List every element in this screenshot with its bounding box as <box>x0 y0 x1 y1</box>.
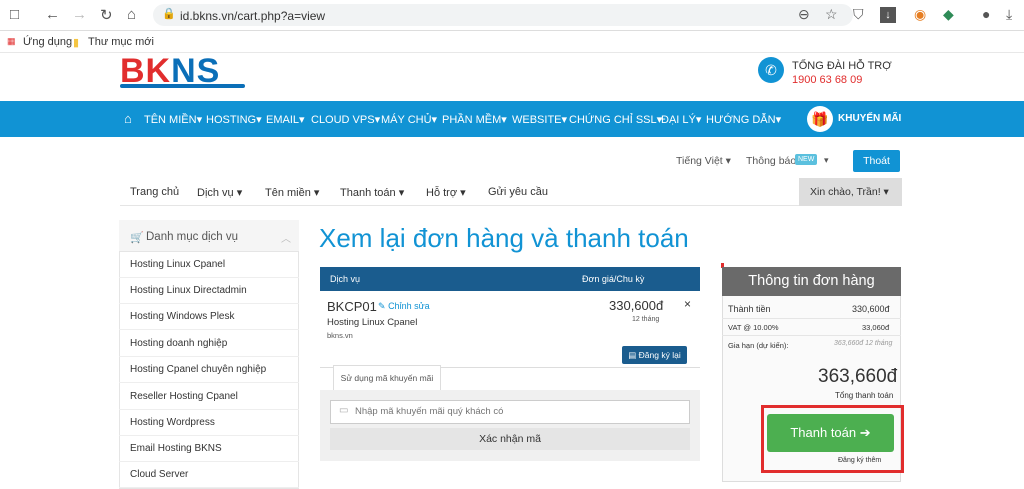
bookmark-apps[interactable]: Ứng dụng <box>23 36 72 48</box>
edit-link[interactable]: ✎ Chỉnh sửa <box>378 301 430 312</box>
user-menu[interactable]: Xin chào, Trần! ▾ <box>799 178 902 206</box>
nav-agents[interactable]: ĐẠI LÝ▾ <box>661 113 701 126</box>
sidebar-item[interactable]: Hosting Linux Cpanel <box>119 252 299 278</box>
logout-button[interactable]: Thoát <box>853 150 900 172</box>
promo-submit-button[interactable]: Xác nhận mã <box>330 428 690 450</box>
folder-icon: ▮ <box>73 37 80 49</box>
nav-guides[interactable]: HƯỚNG DẪN▾ <box>706 113 781 126</box>
zoom-icon[interactable]: ⊖ <box>798 6 810 23</box>
subnav-services[interactable]: Dịch vụ ▾ <box>197 186 242 199</box>
trash-icon: ▤ <box>628 350 637 360</box>
browser-toolbar: □ ← → ↻ ⌂ 🔒 id.bkns.vn/cart.php?a=view ⊖… <box>0 0 1024 31</box>
col-price: Đơn giá/Chu kỳ <box>582 274 645 284</box>
nav-home-icon[interactable]: ⌂ <box>124 111 132 126</box>
profile-icon[interactable]: ● <box>982 6 990 22</box>
summary-title: Thông tin đơn hàng <box>722 267 901 296</box>
item-domain: bkns.vn <box>327 331 353 340</box>
sidebar-item[interactable]: Cloud Server <box>119 462 299 488</box>
nav-servers[interactable]: MÁY CHỦ▾ <box>381 113 437 126</box>
promo-code-input[interactable] <box>355 406 685 417</box>
col-service: Dịch vụ <box>330 274 361 284</box>
extension-icon[interactable]: ◉ <box>914 6 926 23</box>
sidebar-item[interactable]: Reseller Hosting Cpanel <box>119 384 299 410</box>
window-menu-icon[interactable]: □ <box>10 6 19 23</box>
total-label: Tổng thanh toán <box>835 391 894 400</box>
chevron-down-icon[interactable]: ▾ <box>824 155 829 166</box>
sidebar-item[interactable]: Hosting Linux Directadmin <box>119 278 299 304</box>
checkout-button[interactable]: Thanh toán ➔ <box>767 414 894 452</box>
gift-icon[interactable]: 🎁 <box>807 106 833 132</box>
sidebar-item[interactable]: Hosting Wordpress <box>119 410 299 436</box>
support-title: TỔNG ĐÀI HỖ TRỢ <box>792 60 892 72</box>
item-period: 12 tháng <box>632 316 660 323</box>
sidebar-title: Danh mục dịch vụ <box>146 231 239 243</box>
chevron-up-icon[interactable]: ︿ <box>281 230 291 245</box>
nav-cloud-vps[interactable]: CLOUD VPS▾ <box>311 113 380 126</box>
cart-table-header: Dịch vụ Đơn giá/Chu kỳ <box>320 267 700 291</box>
vat-label: VAT @ 10.00% <box>728 323 779 332</box>
tab-promo-code[interactable]: Sử dụng mã khuyến mãi <box>333 365 441 390</box>
bookmarks-bar: ▦ Ứng dụng ▮ Thư mục mới <box>0 31 1024 53</box>
subnav-domains[interactable]: Tên miền ▾ <box>265 186 319 199</box>
bookmark-folder[interactable]: Thư mục mới <box>88 36 154 48</box>
item-description: Hosting Linux Cpanel <box>327 317 418 328</box>
subtotal-value: 330,600đ <box>852 304 890 314</box>
language-select[interactable]: Tiếng Việt ▾ <box>676 155 731 167</box>
cart-icon: 🛒 <box>130 232 144 244</box>
continue-shopping-link[interactable]: Đăng ký thêm <box>838 457 881 464</box>
renew-button[interactable]: ▤ Đăng ký lại <box>622 346 687 364</box>
nav-software[interactable]: PHẦN MỀM▾ <box>442 113 507 126</box>
home-icon[interactable]: ⌂ <box>127 6 136 23</box>
renew-estimate-label: Gia hạn (dự kiến): <box>728 341 789 350</box>
nav-promo[interactable]: KHUYẾN MÃI <box>838 113 901 124</box>
ticket-icon: ▭ <box>339 405 349 416</box>
remove-icon[interactable]: × <box>684 297 691 311</box>
download-icon[interactable]: ⤓ <box>1006 6 1012 23</box>
vat-value: 33,060đ <box>862 323 890 332</box>
notifications-link[interactable]: Thông báo <box>746 155 796 167</box>
new-badge: NEW <box>795 154 818 165</box>
arrow-right-icon: ➔ <box>859 425 871 440</box>
forward-icon[interactable]: → <box>72 6 87 23</box>
pencil-icon: ✎ <box>378 301 386 311</box>
item-price: 330,600đ <box>609 298 664 313</box>
reload-icon[interactable]: ↻ <box>100 6 113 24</box>
subnav-home[interactable]: Trang chủ <box>130 186 179 198</box>
nav-domains[interactable]: TÊN MIỀN▾ <box>144 113 202 126</box>
nav-website[interactable]: WEBSITE▾ <box>512 113 567 126</box>
shield-icon[interactable]: ⛉ <box>853 6 864 23</box>
sidebar-item[interactable]: Hosting Windows Plesk <box>119 304 299 330</box>
subnav-billing[interactable]: Thanh toán ▾ <box>340 186 404 199</box>
apps-icon[interactable]: ▦ <box>7 36 16 47</box>
sidebar-item[interactable]: Hosting doanh nghiệp <box>119 331 299 357</box>
subtotal-label: Thành tiền <box>728 304 771 314</box>
renew-estimate-value: 363,660đ 12 tháng <box>834 340 893 347</box>
sidebar-item[interactable]: Hosting Cpanel chuyên nghiệp <box>119 357 299 383</box>
item-name: BKCP01 <box>327 299 377 314</box>
back-icon[interactable]: ← <box>45 6 60 23</box>
subnav-ticket[interactable]: Gửi yêu cầu <box>488 186 548 198</box>
extension-2-icon[interactable]: ◆ <box>943 6 954 23</box>
nav-ssl[interactable]: CHỨNG CHỈ SSL▾ <box>569 113 662 126</box>
url-text[interactable]: id.bkns.vn/cart.php?a=view <box>180 9 325 23</box>
star-icon[interactable]: ☆ <box>825 6 838 23</box>
subnav-support[interactable]: Hỗ trợ ▾ <box>426 186 466 199</box>
sidebar-item[interactable]: Email Hosting BKNS <box>119 436 299 462</box>
lock-icon[interactable]: 🔒 <box>162 7 176 20</box>
logo-swoosh <box>120 84 245 88</box>
nav-hosting[interactable]: HOSTING▾ <box>206 113 262 126</box>
total-amount: 363,660đ <box>818 366 898 387</box>
download-extension-icon[interactable]: ↓ <box>880 7 896 23</box>
nav-email[interactable]: EMAIL▾ <box>266 113 305 126</box>
phone-icon: ✆ <box>758 57 784 83</box>
support-phone[interactable]: 1900 63 68 09 <box>792 74 862 86</box>
page-title: Xem lại đơn hàng và thanh toán <box>319 223 689 253</box>
